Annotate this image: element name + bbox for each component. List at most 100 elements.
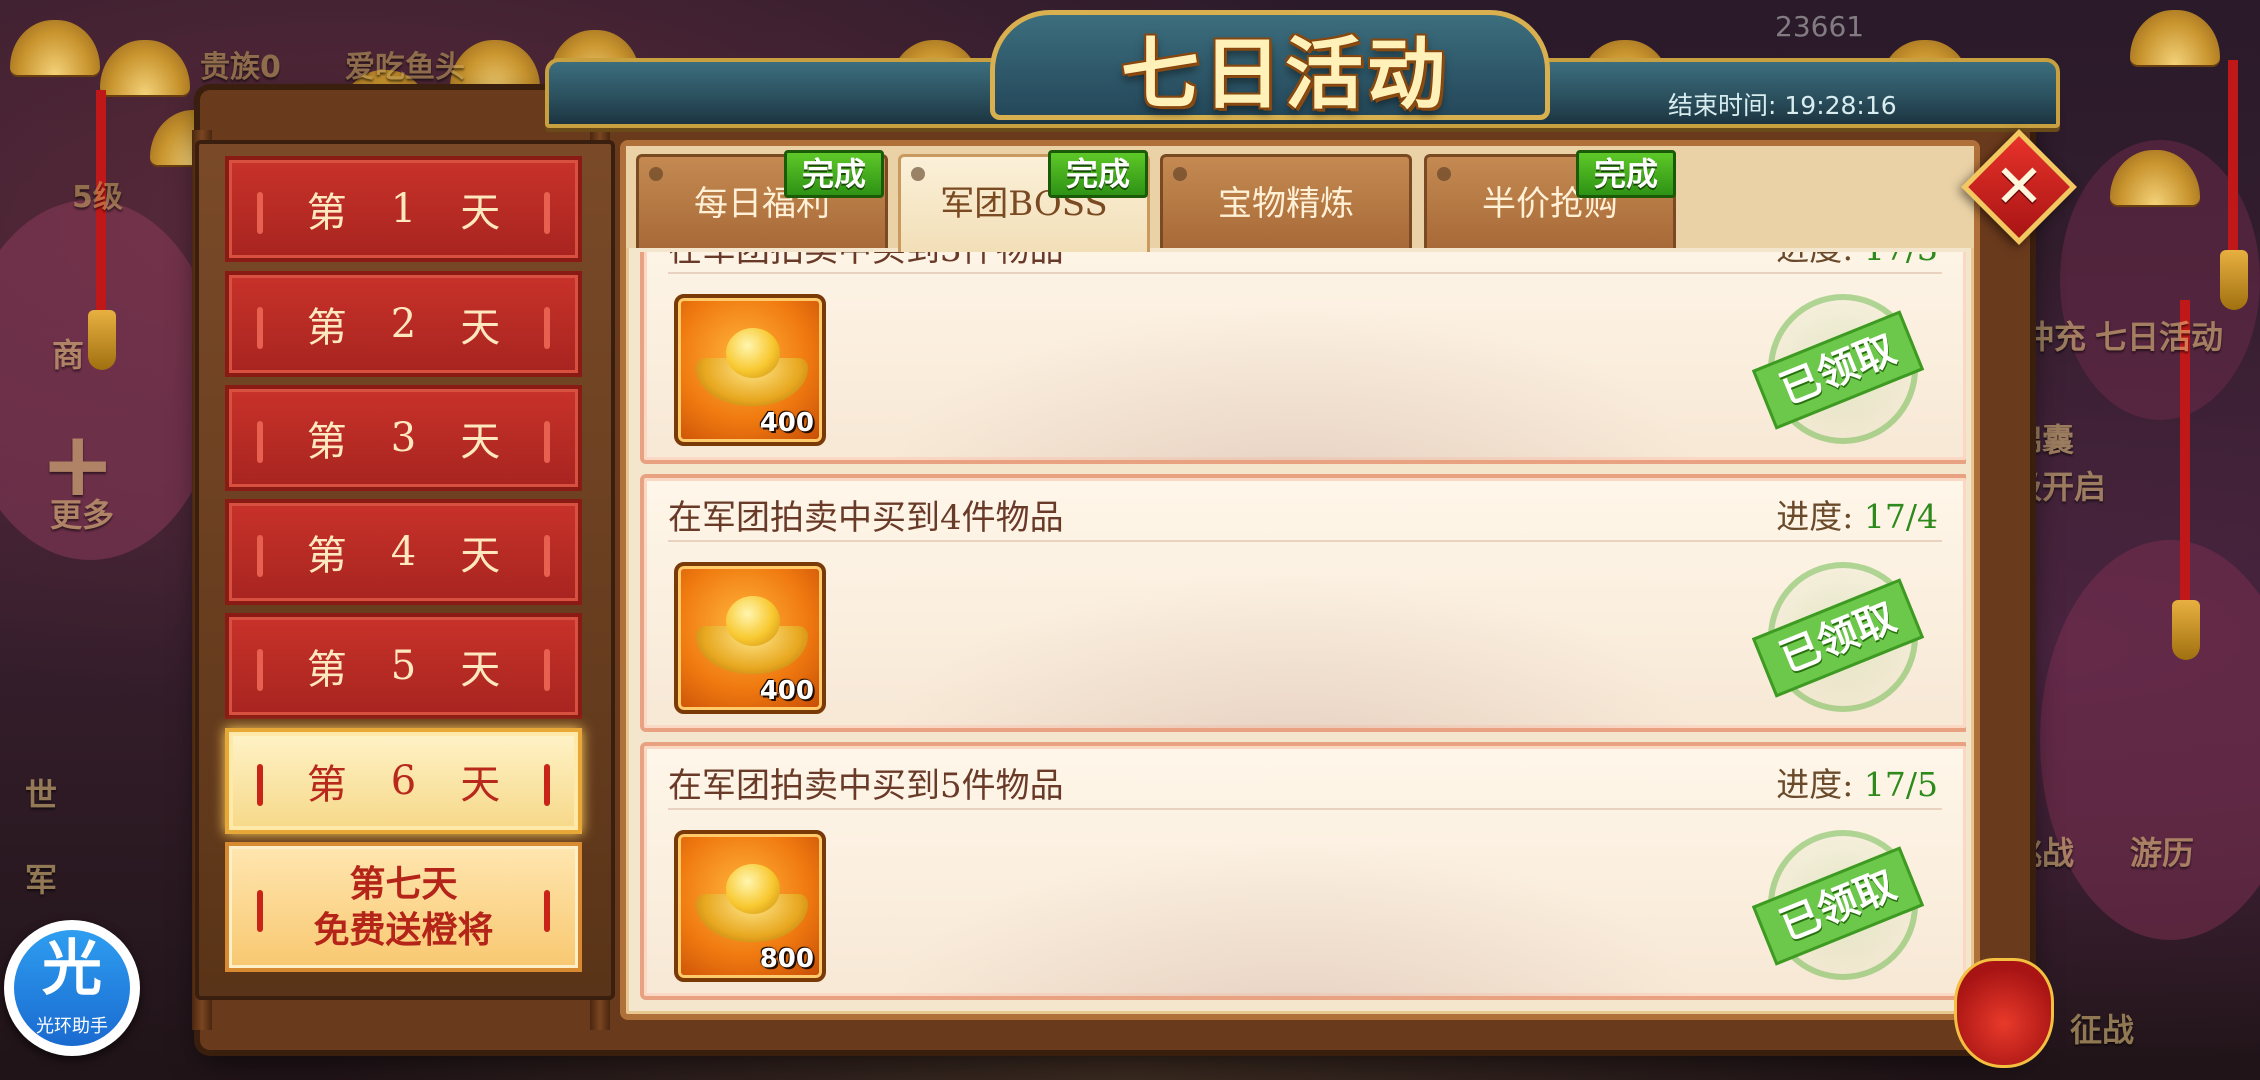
- hud-more-label[interactable]: 更多: [50, 490, 114, 536]
- day7-subtitle: 免费送橙将: [313, 909, 494, 951]
- gold-leaf-decoration: [100, 40, 190, 95]
- claimed-stamp: 已领取: [1751, 830, 1925, 980]
- task-progress: 进度: 17/3: [1776, 252, 1938, 270]
- progress-value: 17/3: [1864, 252, 1938, 268]
- reward-quantity: 400: [759, 676, 814, 706]
- day-suffix: 天: [460, 647, 501, 693]
- hud-army-label[interactable]: 军: [25, 855, 57, 901]
- tab-done-badge: 完成: [784, 150, 884, 198]
- tab-done-badge: 完成: [1576, 150, 1676, 198]
- day-prefix: 第: [306, 190, 347, 236]
- day-ornament: [257, 764, 263, 806]
- hud-player-name: 爱吃鱼头: [345, 50, 465, 85]
- day-button-3[interactable]: 第 3 天: [225, 385, 582, 491]
- mountain-backdrop: [844, 558, 1744, 728]
- halo-assistant-icon: 光 光环助手: [14, 930, 130, 1046]
- day-number: 2: [390, 301, 417, 347]
- gold-leaf-decoration: [2130, 10, 2220, 65]
- gold-ingot-icon: [696, 328, 808, 406]
- day-ornament: [257, 535, 263, 577]
- lantern-tassel: [2220, 250, 2248, 310]
- reward-quantity: 800: [759, 944, 814, 974]
- hud-vip-label: 贵族0: [200, 50, 281, 85]
- reward-item[interactable]: 400: [674, 294, 826, 446]
- task-progress: 进度: 17/4: [1776, 490, 1938, 538]
- halo-assistant-button[interactable]: 光 光环助手: [4, 920, 140, 1056]
- tab-rivet: [649, 167, 663, 181]
- lantern-rope: [2228, 60, 2238, 250]
- reward-item[interactable]: 400: [674, 562, 826, 714]
- tab-label: 宝物精炼: [1218, 184, 1354, 224]
- progress-value: 17/4: [1863, 497, 1938, 536]
- day-button-1[interactable]: 第 1 天: [225, 156, 582, 262]
- day-ornament: [544, 649, 550, 691]
- divider: [668, 540, 1942, 542]
- hud-seven-day-label[interactable]: 七日活动: [2095, 312, 2223, 358]
- progress-label: 进度:: [1776, 252, 1853, 268]
- day-ornament: [544, 421, 550, 463]
- tab-rivet: [1173, 167, 1187, 181]
- tab-treasure-refine[interactable]: 宝物精炼: [1160, 154, 1412, 248]
- day-ornament: [544, 764, 550, 806]
- day-ornament: [544, 307, 550, 349]
- day-suffix: 天: [460, 190, 501, 236]
- day-button-4[interactable]: 第 4 天: [225, 499, 582, 605]
- claimed-stamp: 已领取: [1751, 294, 1925, 444]
- task-card: 在军团拍卖中买到3件物品 进度: 17/3 400 已领取: [640, 252, 1966, 464]
- task-title: 在军团拍卖中买到3件物品: [668, 252, 1064, 271]
- hud-world-label[interactable]: 世: [25, 770, 57, 816]
- hud-campaign-label[interactable]: 征战: [2070, 1005, 2134, 1051]
- reward-quantity: 400: [759, 408, 814, 438]
- day-suffix: 天: [460, 419, 501, 465]
- game-screen: 贵族0 爱吃鱼头 战力 15 5级 23661 商 + 更多 世 军 冲充 七日…: [0, 0, 2260, 1080]
- task-card: 在军团拍卖中买到4件物品 进度: 17/4 400 已领取: [640, 474, 1966, 732]
- day-suffix: 天: [460, 762, 501, 808]
- day-number: 4: [390, 529, 417, 575]
- day-button-5[interactable]: 第 5 天: [225, 613, 582, 719]
- task-list[interactable]: 在军团拍卖中买到3件物品 进度: 17/3 400 已领取 在军团拍卖中买到4件…: [636, 252, 1966, 1012]
- blossom-decoration: [2040, 540, 2260, 940]
- day-prefix: 第: [306, 305, 347, 351]
- task-title: 在军团拍卖中买到4件物品: [668, 498, 1064, 538]
- hud-travel-label[interactable]: 游历: [2130, 828, 2194, 874]
- day-button-7[interactable]: 第七天 免费送橙将: [225, 842, 582, 972]
- day-ornament: [257, 192, 263, 234]
- gold-ingot-icon: [696, 864, 808, 942]
- task-title: 在军团拍卖中买到5件物品: [668, 766, 1064, 806]
- day-ornament: [257, 890, 263, 932]
- hud-level: 5级: [72, 180, 123, 215]
- halo-assistant-label: 光环助手: [36, 1016, 108, 1037]
- tab-done-badge: 完成: [1048, 150, 1148, 198]
- day-ornament: [544, 192, 550, 234]
- progress-label: 进度:: [1776, 497, 1854, 536]
- divider: [668, 272, 1942, 274]
- end-time: 结束时间: 19:28:16: [1668, 88, 1948, 124]
- day-ornament: [544, 535, 550, 577]
- day-button-2[interactable]: 第 2 天: [225, 271, 582, 377]
- lantern-tassel: [88, 310, 116, 370]
- day-ornament: [544, 890, 550, 932]
- end-time-value: 19:28:16: [1784, 91, 1897, 120]
- tab-rivet: [1437, 167, 1451, 181]
- day-prefix: 第: [306, 647, 347, 693]
- day-suffix: 天: [460, 533, 501, 579]
- day-prefix: 第: [306, 419, 347, 465]
- hud-shop-label[interactable]: 商: [52, 330, 84, 376]
- progress-value: 17/5: [1863, 765, 1938, 804]
- day-number: 6: [390, 758, 417, 804]
- reward-item[interactable]: 800: [674, 830, 826, 982]
- day-button-6[interactable]: 第 6 天: [225, 728, 582, 834]
- task-card: 在军团拍卖中买到5件物品 进度: 17/5 800 已领取: [640, 742, 1966, 1000]
- day-ornament: [257, 649, 263, 691]
- day-number: 1: [390, 186, 417, 232]
- day-number: 5: [390, 643, 417, 689]
- divider: [668, 808, 1942, 810]
- day-prefix: 第: [306, 533, 347, 579]
- hud-recharge-label[interactable]: 冲充: [2022, 312, 2086, 358]
- close-icon[interactable]: ✕: [1978, 146, 2060, 228]
- hud-score: 23661: [1775, 10, 1865, 43]
- tab-rivet: [911, 167, 925, 181]
- lucky-bag-icon[interactable]: [1954, 958, 2054, 1068]
- task-progress: 进度: 17/5: [1776, 758, 1938, 806]
- day7-title: 第七天: [349, 863, 458, 905]
